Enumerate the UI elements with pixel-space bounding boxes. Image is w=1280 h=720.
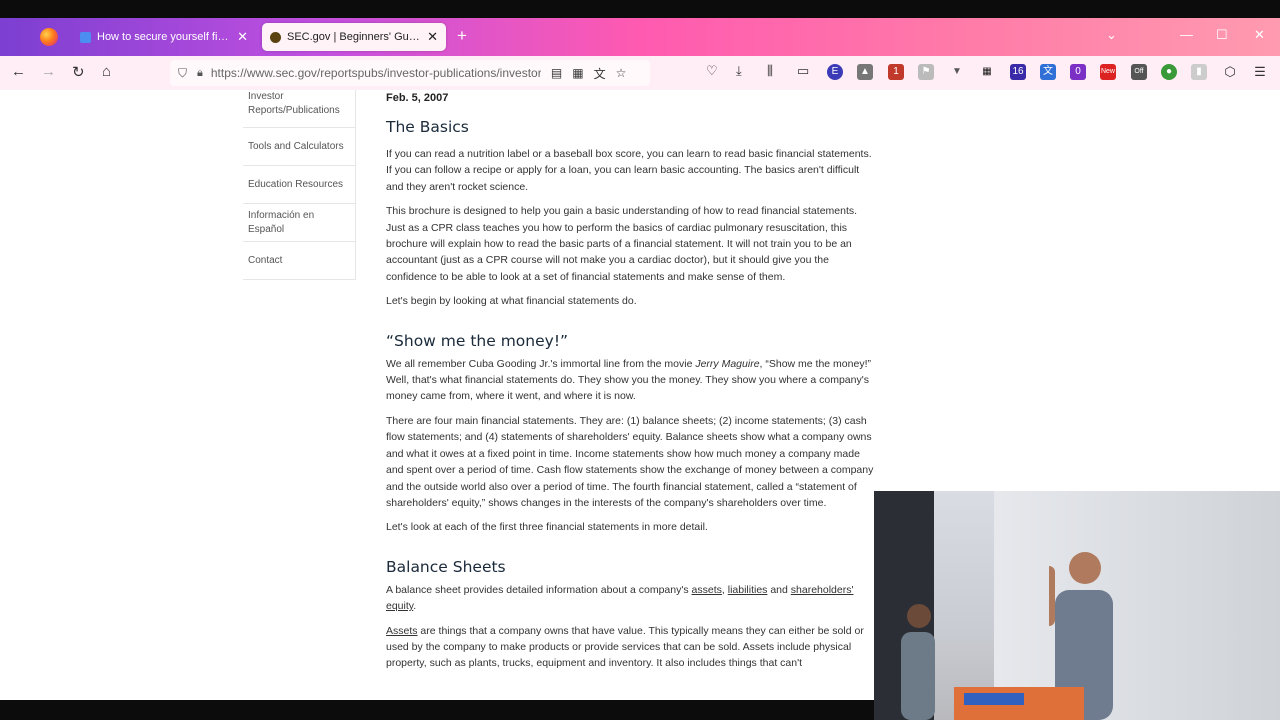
sidebar-item-espanol[interactable]: Información en Español — [243, 204, 356, 242]
webcam-person-background — [901, 604, 935, 720]
assets-definition-link[interactable]: Assets — [386, 625, 418, 637]
close-window-icon[interactable]: ✕ — [1254, 27, 1265, 43]
paragraph: This brochure is designed to help you ga… — [386, 205, 858, 283]
back-arrow-icon[interactable]: ← — [11, 63, 26, 80]
translate-extension-icon[interactable]: 文 — [1040, 64, 1056, 80]
tracking-shield-icon[interactable]: ⛉ — [178, 66, 187, 81]
movie-title: Jerry Maguire — [695, 357, 760, 370]
extension-grey-icon[interactable]: ⚑ — [918, 64, 934, 80]
text-run: A balance sheet provides detailed inform… — [386, 583, 692, 596]
app-menu-icon[interactable]: ☰ — [1252, 64, 1268, 80]
extension-book-icon[interactable]: ▮ — [1191, 64, 1207, 80]
close-tab-icon[interactable]: ✕ — [237, 29, 248, 45]
extension-image-icon[interactable]: ▲ — [857, 64, 873, 80]
webcam-overlay — [874, 491, 1280, 720]
heading-balance-sheets: Balance Sheets — [386, 557, 506, 576]
url-text[interactable]: https://www.sec.gov/reportspubs/investor… — [211, 66, 541, 80]
extension-grid-icon[interactable]: ▦ — [979, 64, 995, 80]
paragraph: If you can read a nutrition label or a b… — [386, 148, 872, 193]
paragraph: There are four main financial statements… — [386, 414, 874, 509]
tab-title: How to secure yourself financia — [97, 31, 231, 43]
paragraph: Assets are things that a company owns th… — [386, 623, 874, 672]
tab-financial-security[interactable]: How to secure yourself financia ✕ — [72, 23, 256, 51]
liabilities-link[interactable]: liabilities — [728, 584, 768, 596]
sidebar-item-tools-calculators[interactable]: Tools and Calculators — [243, 128, 356, 166]
text-run: and — [767, 583, 791, 596]
downloads-icon[interactable]: ⤓ — [736, 63, 742, 79]
extension-e-icon[interactable]: E — [827, 64, 843, 80]
list-all-tabs-chevron-icon[interactable]: ⌄ — [1106, 27, 1117, 43]
reader-view-icon[interactable]: ▤ — [551, 66, 562, 80]
document-favicon-icon — [80, 31, 91, 43]
text-run: are things that a company owns that have… — [386, 624, 864, 670]
extension-v-icon[interactable]: ▼ — [949, 64, 965, 80]
ublock-extension-icon[interactable]: 16 — [1010, 64, 1026, 80]
new-tab-plus-icon[interactable]: + — [457, 26, 467, 46]
browser-tab-strip: How to secure yourself financia ✕ SEC.go… — [0, 18, 1280, 56]
heading-show-me-the-money: “Show me the money!” — [386, 331, 569, 350]
publication-date: Feb. 5, 2007 — [386, 92, 449, 104]
extension-off-icon[interactable]: Off — [1131, 64, 1147, 80]
sidebar-item-education-resources[interactable]: Education Resources — [243, 166, 356, 204]
minimize-icon[interactable]: — — [1180, 27, 1193, 42]
close-tab-icon[interactable]: ✕ — [427, 29, 438, 45]
extension-badge: Off — [1134, 68, 1144, 75]
extension-badge: 16 — [1012, 66, 1024, 77]
extensions-puzzle-icon[interactable]: ⬡ — [1222, 64, 1238, 80]
sec-seal-favicon-icon — [270, 31, 281, 43]
tab-title: SEC.gov | Beginners' Guide to F — [287, 31, 422, 43]
forward-arrow-icon[interactable]: → — [41, 63, 56, 80]
os-top-bar — [0, 0, 1280, 18]
sidebar-item-label: Education Resources — [248, 178, 344, 190]
assets-link[interactable]: assets — [692, 584, 722, 596]
reload-icon[interactable]: ↻ — [72, 63, 85, 81]
sidebar-toggle-icon[interactable]: ▭ — [797, 63, 809, 79]
tab-sec-gov[interactable]: SEC.gov | Beginners' Guide to F ✕ — [262, 23, 446, 51]
navigation-toolbar: ← → ↻ ⌂ ⛉ 🔒︎ https://www.sec.gov/reports… — [0, 56, 1280, 90]
os-bottom-bar — [0, 700, 874, 720]
bookmark-star-icon[interactable]: ☆ — [616, 66, 627, 80]
extension-badge: 1 — [893, 66, 899, 77]
paragraph: We all remember Cuba Gooding Jr.'s immor… — [386, 356, 874, 405]
text-run: . — [413, 600, 417, 613]
extension-green-icon[interactable]: ● — [1161, 64, 1177, 80]
sidebar-item-label: Investor Reports/Publications — [248, 91, 340, 116]
article-content: Feb. 5, 2007 The Basics If you can read … — [386, 92, 874, 680]
paragraph: A balance sheet provides detailed inform… — [386, 582, 874, 615]
qr-code-icon[interactable]: ▦ — [572, 66, 583, 80]
extension-purple-icon[interactable]: 0 — [1070, 64, 1086, 80]
extension-badge: New — [1100, 68, 1115, 75]
sidebar-item-label: Información en Español — [248, 209, 315, 235]
paragraph: Let's begin by looking at what financial… — [386, 295, 637, 308]
webcam-wall — [994, 491, 1280, 720]
sec-sidebar-nav: Investor Reports/Publications Tools and … — [243, 90, 356, 280]
address-bar[interactable]: ⛉ 🔒︎ https://www.sec.gov/reportspubs/inv… — [170, 60, 650, 86]
library-icon[interactable]: ⫼ — [767, 63, 773, 79]
translate-icon[interactable]: 文 — [594, 65, 606, 82]
adblock-extension-icon[interactable]: 1 — [888, 64, 904, 80]
sidebar-item-contact[interactable]: Contact — [243, 242, 356, 280]
paragraph: Let's look at each of the first three fi… — [386, 521, 708, 534]
firefox-logo-icon[interactable] — [40, 28, 58, 46]
sidebar-item-label: Tools and Calculators — [248, 140, 344, 152]
extension-new-icon[interactable]: New — [1100, 64, 1116, 80]
text-run: We all remember Cuba Gooding Jr.'s immor… — [386, 357, 696, 370]
sidebar-item-investor-reports[interactable]: Investor Reports/Publications — [243, 90, 356, 128]
padlock-icon[interactable]: 🔒︎ — [197, 67, 203, 80]
webcam-product-box — [954, 687, 1084, 720]
extension-badge: 0 — [1075, 66, 1081, 77]
heading-the-basics: The Basics — [386, 118, 469, 136]
home-icon[interactable]: ⌂ — [102, 63, 111, 80]
sidebar-item-label: Contact — [248, 254, 283, 266]
pocket-icon[interactable]: ♡ — [706, 63, 718, 79]
maximize-icon[interactable]: ☐ — [1216, 27, 1228, 43]
